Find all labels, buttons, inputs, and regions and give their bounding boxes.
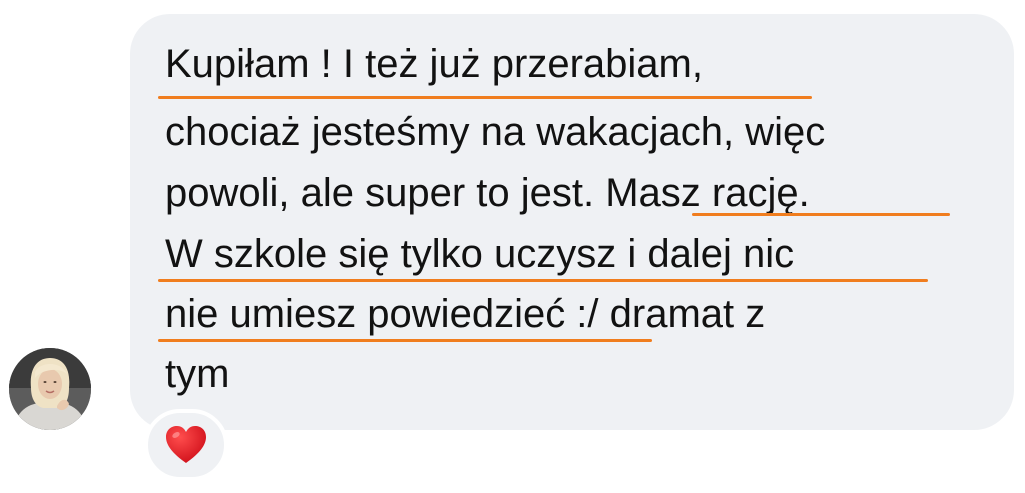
profile-photo xyxy=(9,348,91,430)
message-line-3: powoli, ale super to jest. Masz rację. xyxy=(165,171,810,215)
message-line-2: chociaż jesteśmy na wakacjach, więc xyxy=(165,110,826,154)
message-line-4: W szkole się tylko uczysz i dalej nic xyxy=(165,232,795,276)
highlight-underline xyxy=(158,96,812,99)
message-line-6: tym xyxy=(165,352,230,396)
message-line-1: Kupiłam ! I też już przerabiam, xyxy=(165,42,703,86)
avatar[interactable] xyxy=(9,348,91,430)
highlight-underline xyxy=(158,279,928,282)
message-line-5: nie umiesz powiedzieć :/ dramat z xyxy=(165,292,766,336)
heart-icon xyxy=(166,426,206,463)
heart-reaction[interactable] xyxy=(144,409,228,481)
highlight-underline xyxy=(692,213,950,216)
highlight-underline xyxy=(158,339,652,342)
